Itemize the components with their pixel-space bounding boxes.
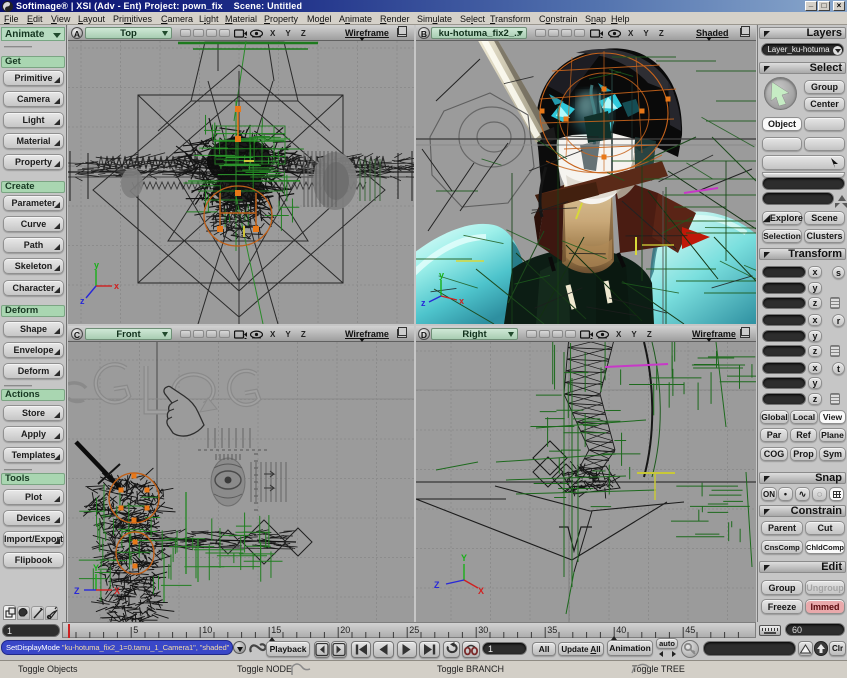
svg-text:15: 15	[271, 625, 281, 635]
svg-text:20: 20	[340, 625, 350, 635]
svg-text:40: 40	[616, 625, 626, 635]
svg-text:x: x	[114, 281, 119, 291]
svg-text:45: 45	[685, 625, 695, 635]
svg-text:y: y	[94, 260, 99, 270]
svg-text:Z: Z	[74, 586, 80, 596]
svg-text:10: 10	[202, 625, 212, 635]
svg-text:x: x	[459, 296, 464, 306]
svg-text:Y: Y	[461, 553, 467, 563]
svg-text:X: X	[114, 586, 120, 596]
svg-text:X: X	[478, 586, 484, 596]
svg-text:35: 35	[547, 625, 557, 635]
svg-text:30: 30	[478, 625, 488, 635]
svg-text:z: z	[80, 296, 85, 306]
svg-text:Y: Y	[93, 563, 99, 573]
svg-text:25: 25	[409, 625, 419, 635]
svg-text:y: y	[439, 270, 444, 280]
svg-text:Z: Z	[434, 580, 440, 590]
svg-text:z: z	[421, 298, 426, 308]
svg-text:5: 5	[133, 625, 138, 635]
